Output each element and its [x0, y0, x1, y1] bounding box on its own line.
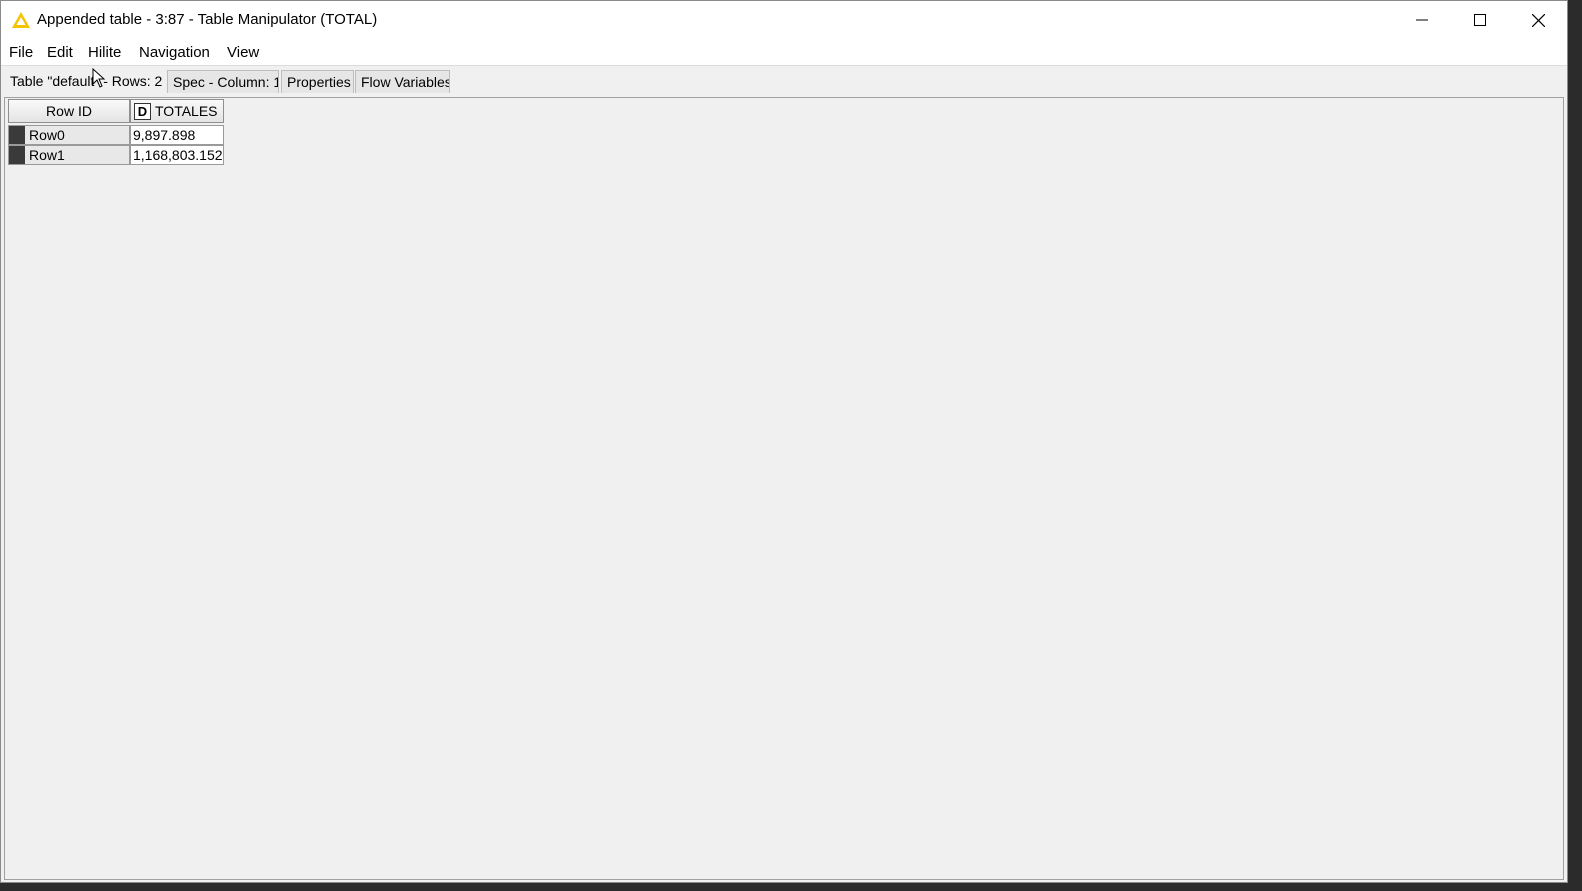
title-bar[interactable]: Appended table - 3:87 - Table Manipulato…	[1, 1, 1567, 39]
maximize-icon	[1474, 14, 1486, 26]
column-header-totales[interactable]: D TOTALES	[130, 99, 224, 123]
minimize-button[interactable]	[1393, 1, 1451, 39]
row-id-header[interactable]: Row ID	[8, 99, 130, 123]
menu-view[interactable]: View	[227, 44, 259, 61]
menu-hilite[interactable]: Hilite	[88, 44, 121, 61]
table-row-id[interactable]: Row0	[8, 125, 130, 145]
menu-navigation[interactable]: Navigation	[139, 44, 210, 61]
row-id-label: Row0	[29, 127, 65, 143]
row-color-marker	[9, 146, 25, 164]
table-cell[interactable]: 1,168,803.152	[130, 145, 224, 165]
column-name: TOTALES	[155, 103, 218, 119]
window-title: Appended table - 3:87 - Table Manipulato…	[37, 11, 378, 28]
table-cell[interactable]: 9,897.898	[130, 125, 224, 145]
double-type-icon: D	[134, 102, 151, 120]
close-button[interactable]	[1509, 1, 1567, 39]
tab-strip: Table "default" - Rows: 2 Spec - Column:…	[1, 67, 1567, 96]
tab-spec[interactable]: Spec - Column: 1	[167, 70, 279, 93]
table-view-window: Appended table - 3:87 - Table Manipulato…	[0, 0, 1568, 883]
minimize-icon	[1416, 19, 1428, 21]
mouse-cursor-icon	[92, 68, 106, 88]
menu-file[interactable]: File	[9, 44, 33, 61]
tab-properties[interactable]: Properties	[281, 70, 354, 93]
row-color-marker	[9, 126, 25, 144]
warning-triangle-icon	[12, 12, 30, 28]
table-panel: Row ID D TOTALES Row0 9,897.898 Row1 1,16…	[4, 97, 1564, 880]
maximize-button[interactable]	[1451, 1, 1509, 39]
row-id-label: Row1	[29, 147, 65, 163]
tab-flow-variables[interactable]: Flow Variables	[355, 70, 450, 93]
close-icon	[1531, 13, 1545, 27]
menu-edit[interactable]: Edit	[47, 44, 73, 61]
tab-table[interactable]: Table "default" - Rows: 2	[4, 67, 165, 95]
menu-bar: File Edit Hilite Navigation View	[1, 39, 1567, 66]
table-row-id[interactable]: Row1	[8, 145, 130, 165]
